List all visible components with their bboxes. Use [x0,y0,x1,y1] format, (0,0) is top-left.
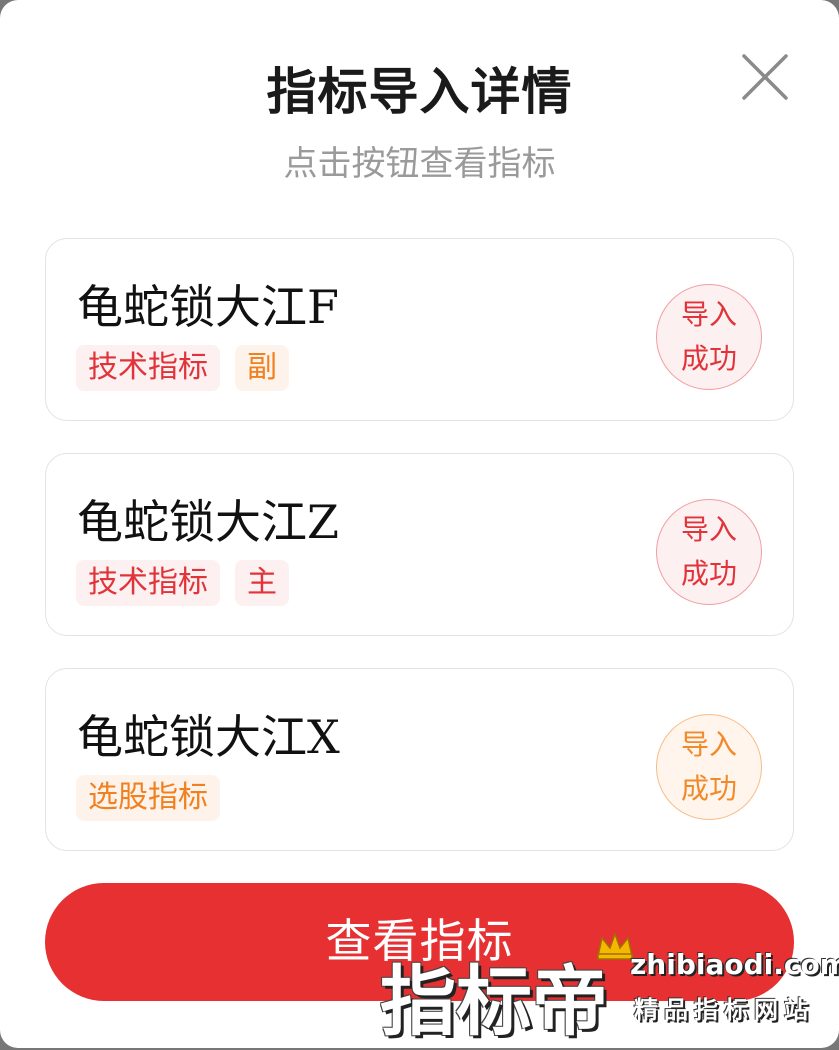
indicator-card: 龟蛇锁大江F 技术指标 副 导入 成功 [45,238,794,421]
tag-role: 副 [235,345,289,391]
indicator-name: 龟蛇锁大江Z [77,495,339,549]
tag-type: 技术指标 [76,345,220,391]
import-success-badge: 导入 成功 [656,499,762,605]
tag-type: 选股指标 [76,775,220,821]
badge-line-2: 成功 [680,772,737,805]
dialog-title: 指标导入详情 [266,63,573,121]
badge-line-1: 导入 [680,513,737,546]
indicator-card: 龟蛇锁大江Z 技术指标 主 导入 成功 [45,453,794,636]
indicator-tags: 选股指标 [76,775,220,821]
indicator-tags: 技术指标 副 [76,345,289,391]
indicator-name: 龟蛇锁大江F [77,280,339,334]
import-details-dialog: 指标导入详情 点击按钮查看指标 龟蛇锁大江F 技术指标 副 导入 成功 龟蛇锁大… [0,0,839,1048]
view-indicators-button[interactable]: 查看指标 [45,883,794,1001]
indicator-name: 龟蛇锁大江X [77,710,340,764]
import-success-badge: 导入 成功 [656,714,762,820]
indicator-card: 龟蛇锁大江X 选股指标 导入 成功 [45,668,794,851]
import-success-badge: 导入 成功 [656,284,762,390]
tag-type: 技术指标 [76,560,220,606]
badge-line-1: 导入 [680,298,737,331]
close-icon[interactable] [738,50,792,104]
badge-line-1: 导入 [680,728,737,761]
badge-line-2: 成功 [680,342,737,375]
indicator-tags: 技术指标 主 [76,560,289,606]
badge-line-2: 成功 [680,557,737,590]
tag-role: 主 [235,560,289,606]
dialog-subtitle: 点击按钮查看指标 [283,144,556,184]
